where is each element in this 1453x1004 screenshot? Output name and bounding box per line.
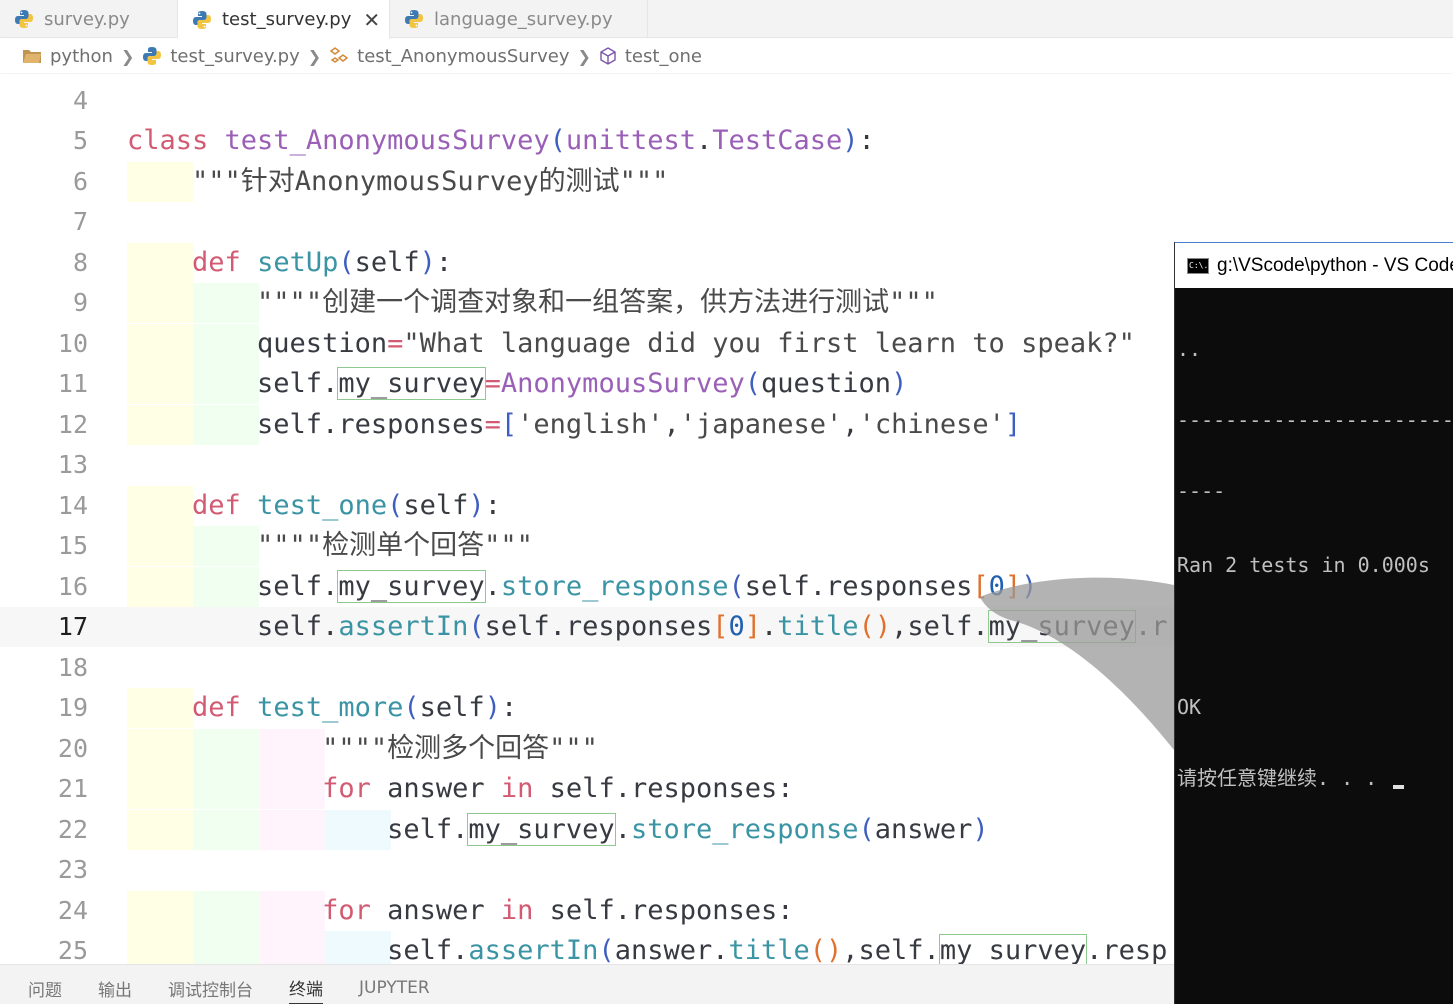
console-line: ---- bbox=[1177, 479, 1226, 503]
breadcrumb-folder-label: python bbox=[50, 45, 113, 67]
breadcrumb-method-label: test_one bbox=[624, 45, 702, 67]
folder-icon bbox=[22, 47, 42, 65]
line-number: 18 bbox=[57, 653, 88, 682]
tab-test-survey-py[interactable]: test_survey.py ✕ bbox=[178, 0, 390, 39]
code-text: """针对AnonymousSurvey的测试""" bbox=[192, 166, 669, 197]
code-line[interactable]: 5 class test_AnonymousSurvey(unittest.Te… bbox=[0, 121, 1453, 161]
python-file-icon bbox=[15, 10, 33, 28]
console-prompt: 请按任意键继续. . . bbox=[1177, 766, 1390, 790]
line-number: 20 bbox=[57, 734, 88, 763]
line-number: 4 bbox=[72, 86, 88, 115]
console-title: g:\VScode\python - VS Code bbox=[1217, 254, 1453, 276]
tab-output[interactable]: 输出 bbox=[98, 974, 132, 1004]
class-symbol-icon bbox=[329, 47, 349, 65]
tab-language-survey-py[interactable]: language_survey.py bbox=[390, 0, 648, 38]
code-line[interactable]: 6 """针对AnonymousSurvey的测试""" bbox=[0, 162, 1453, 202]
code-line[interactable]: 4 bbox=[0, 81, 1453, 121]
console-output: .. ----------------------- ---- Ran 2 te… bbox=[1177, 290, 1453, 838]
line-number: 10 bbox=[57, 329, 88, 358]
console-window[interactable]: C:\. g:\VScode\python - VS Code .. -----… bbox=[1174, 242, 1453, 1004]
breadcrumb-file[interactable]: test_survey.py bbox=[142, 45, 300, 67]
code-text: """"检测多个回答""" bbox=[322, 733, 598, 764]
line-number: 17 bbox=[57, 612, 88, 641]
code-text: def test_one(self): bbox=[192, 490, 501, 521]
chevron-right-icon: ❯ bbox=[307, 46, 322, 66]
line-number: 6 bbox=[72, 167, 88, 196]
line-number: 24 bbox=[57, 896, 88, 925]
tab-debug-console[interactable]: 调试控制台 bbox=[168, 974, 253, 1004]
line-number: 19 bbox=[57, 693, 88, 722]
console-line: .. bbox=[1177, 337, 1202, 361]
code-text: def test_more(self): bbox=[192, 692, 518, 723]
console-line: ----------------------- bbox=[1177, 408, 1453, 432]
line-number: 22 bbox=[57, 815, 88, 844]
code-text: self.assertIn(answer.title(),self.my_sur… bbox=[127, 934, 1168, 964]
close-icon[interactable]: ✕ bbox=[363, 8, 380, 32]
python-file-icon bbox=[193, 10, 211, 29]
line-number: 11 bbox=[57, 369, 88, 398]
code-text: class test_AnonymousSurvey(unittest.Test… bbox=[127, 125, 875, 156]
chevron-right-icon: ❯ bbox=[577, 46, 591, 66]
line-number: 15 bbox=[57, 531, 88, 560]
tab-label: language_survey.py bbox=[434, 8, 613, 30]
code-text: self.my_survey=AnonymousSurvey(question) bbox=[127, 367, 908, 400]
console-line: Ran 2 tests in 0.000s bbox=[1177, 553, 1430, 577]
line-number: 8 bbox=[72, 248, 88, 277]
code-text: self.responses=['english','japanese','ch… bbox=[127, 409, 1022, 440]
tab-jupyter[interactable]: JUPYTER bbox=[359, 974, 430, 1004]
code-text: question="What language did you first le… bbox=[127, 328, 1135, 359]
line-number: 12 bbox=[57, 410, 88, 439]
line-number: 25 bbox=[57, 936, 88, 964]
breadcrumb-folder[interactable]: python bbox=[22, 46, 113, 67]
tab-survey-py[interactable]: survey.py bbox=[0, 0, 178, 38]
console-title-bar[interactable]: C:\. g:\VScode\python - VS Code bbox=[1175, 242, 1453, 288]
line-number: 13 bbox=[57, 450, 88, 479]
terminal-icon: C:\. bbox=[1187, 257, 1209, 274]
code-text: """"检测单个回答""" bbox=[257, 530, 533, 561]
line-number: 21 bbox=[57, 774, 88, 803]
line-number: 23 bbox=[57, 855, 88, 884]
tab-label: test_survey.py bbox=[222, 9, 352, 30]
console-line: OK bbox=[1177, 695, 1202, 719]
line-number: 9 bbox=[72, 288, 88, 317]
breadcrumb-class-label: test_AnonymousSurvey bbox=[357, 45, 570, 67]
breadcrumb: python ❯ test_survey.py ❯ test_Anonymous… bbox=[0, 39, 1453, 73]
editor-tab-bar: survey.py test_survey.py ✕ language_surv… bbox=[0, 0, 1453, 39]
code-text: self.my_survey.store_response(self.respo… bbox=[127, 570, 1037, 603]
line-number: 7 bbox=[72, 207, 88, 236]
code-line[interactable]: 7 bbox=[0, 202, 1453, 242]
python-file-icon bbox=[142, 46, 162, 66]
chevron-right-icon: ❯ bbox=[120, 46, 135, 66]
code-text: def setUp(self): bbox=[192, 247, 453, 278]
tab-problems[interactable]: 问题 bbox=[28, 974, 62, 1004]
line-number: 5 bbox=[72, 126, 88, 155]
method-cube-icon bbox=[599, 47, 617, 65]
code-text: for answer in self.responses: bbox=[322, 895, 794, 926]
text-cursor bbox=[1393, 784, 1405, 789]
line-number: 14 bbox=[57, 491, 88, 520]
code-text: self.my_survey.store_response(answer) bbox=[127, 813, 989, 846]
breadcrumb-method[interactable]: test_one bbox=[599, 46, 702, 67]
tab-terminal[interactable]: 终端 bbox=[289, 974, 323, 1004]
tab-label: survey.py bbox=[44, 8, 130, 30]
code-text: """"创建一个调查对象和一组答案，供方法进行测试""" bbox=[257, 287, 938, 318]
breadcrumb-file-label: test_survey.py bbox=[170, 45, 300, 67]
line-number: 16 bbox=[57, 572, 88, 601]
breadcrumb-class[interactable]: test_AnonymousSurvey bbox=[329, 46, 569, 67]
python-file-icon bbox=[405, 10, 423, 28]
code-text: for answer in self.responses: bbox=[322, 773, 794, 804]
console-prompt-line: 请按任意键继续. . . bbox=[1177, 767, 1453, 790]
